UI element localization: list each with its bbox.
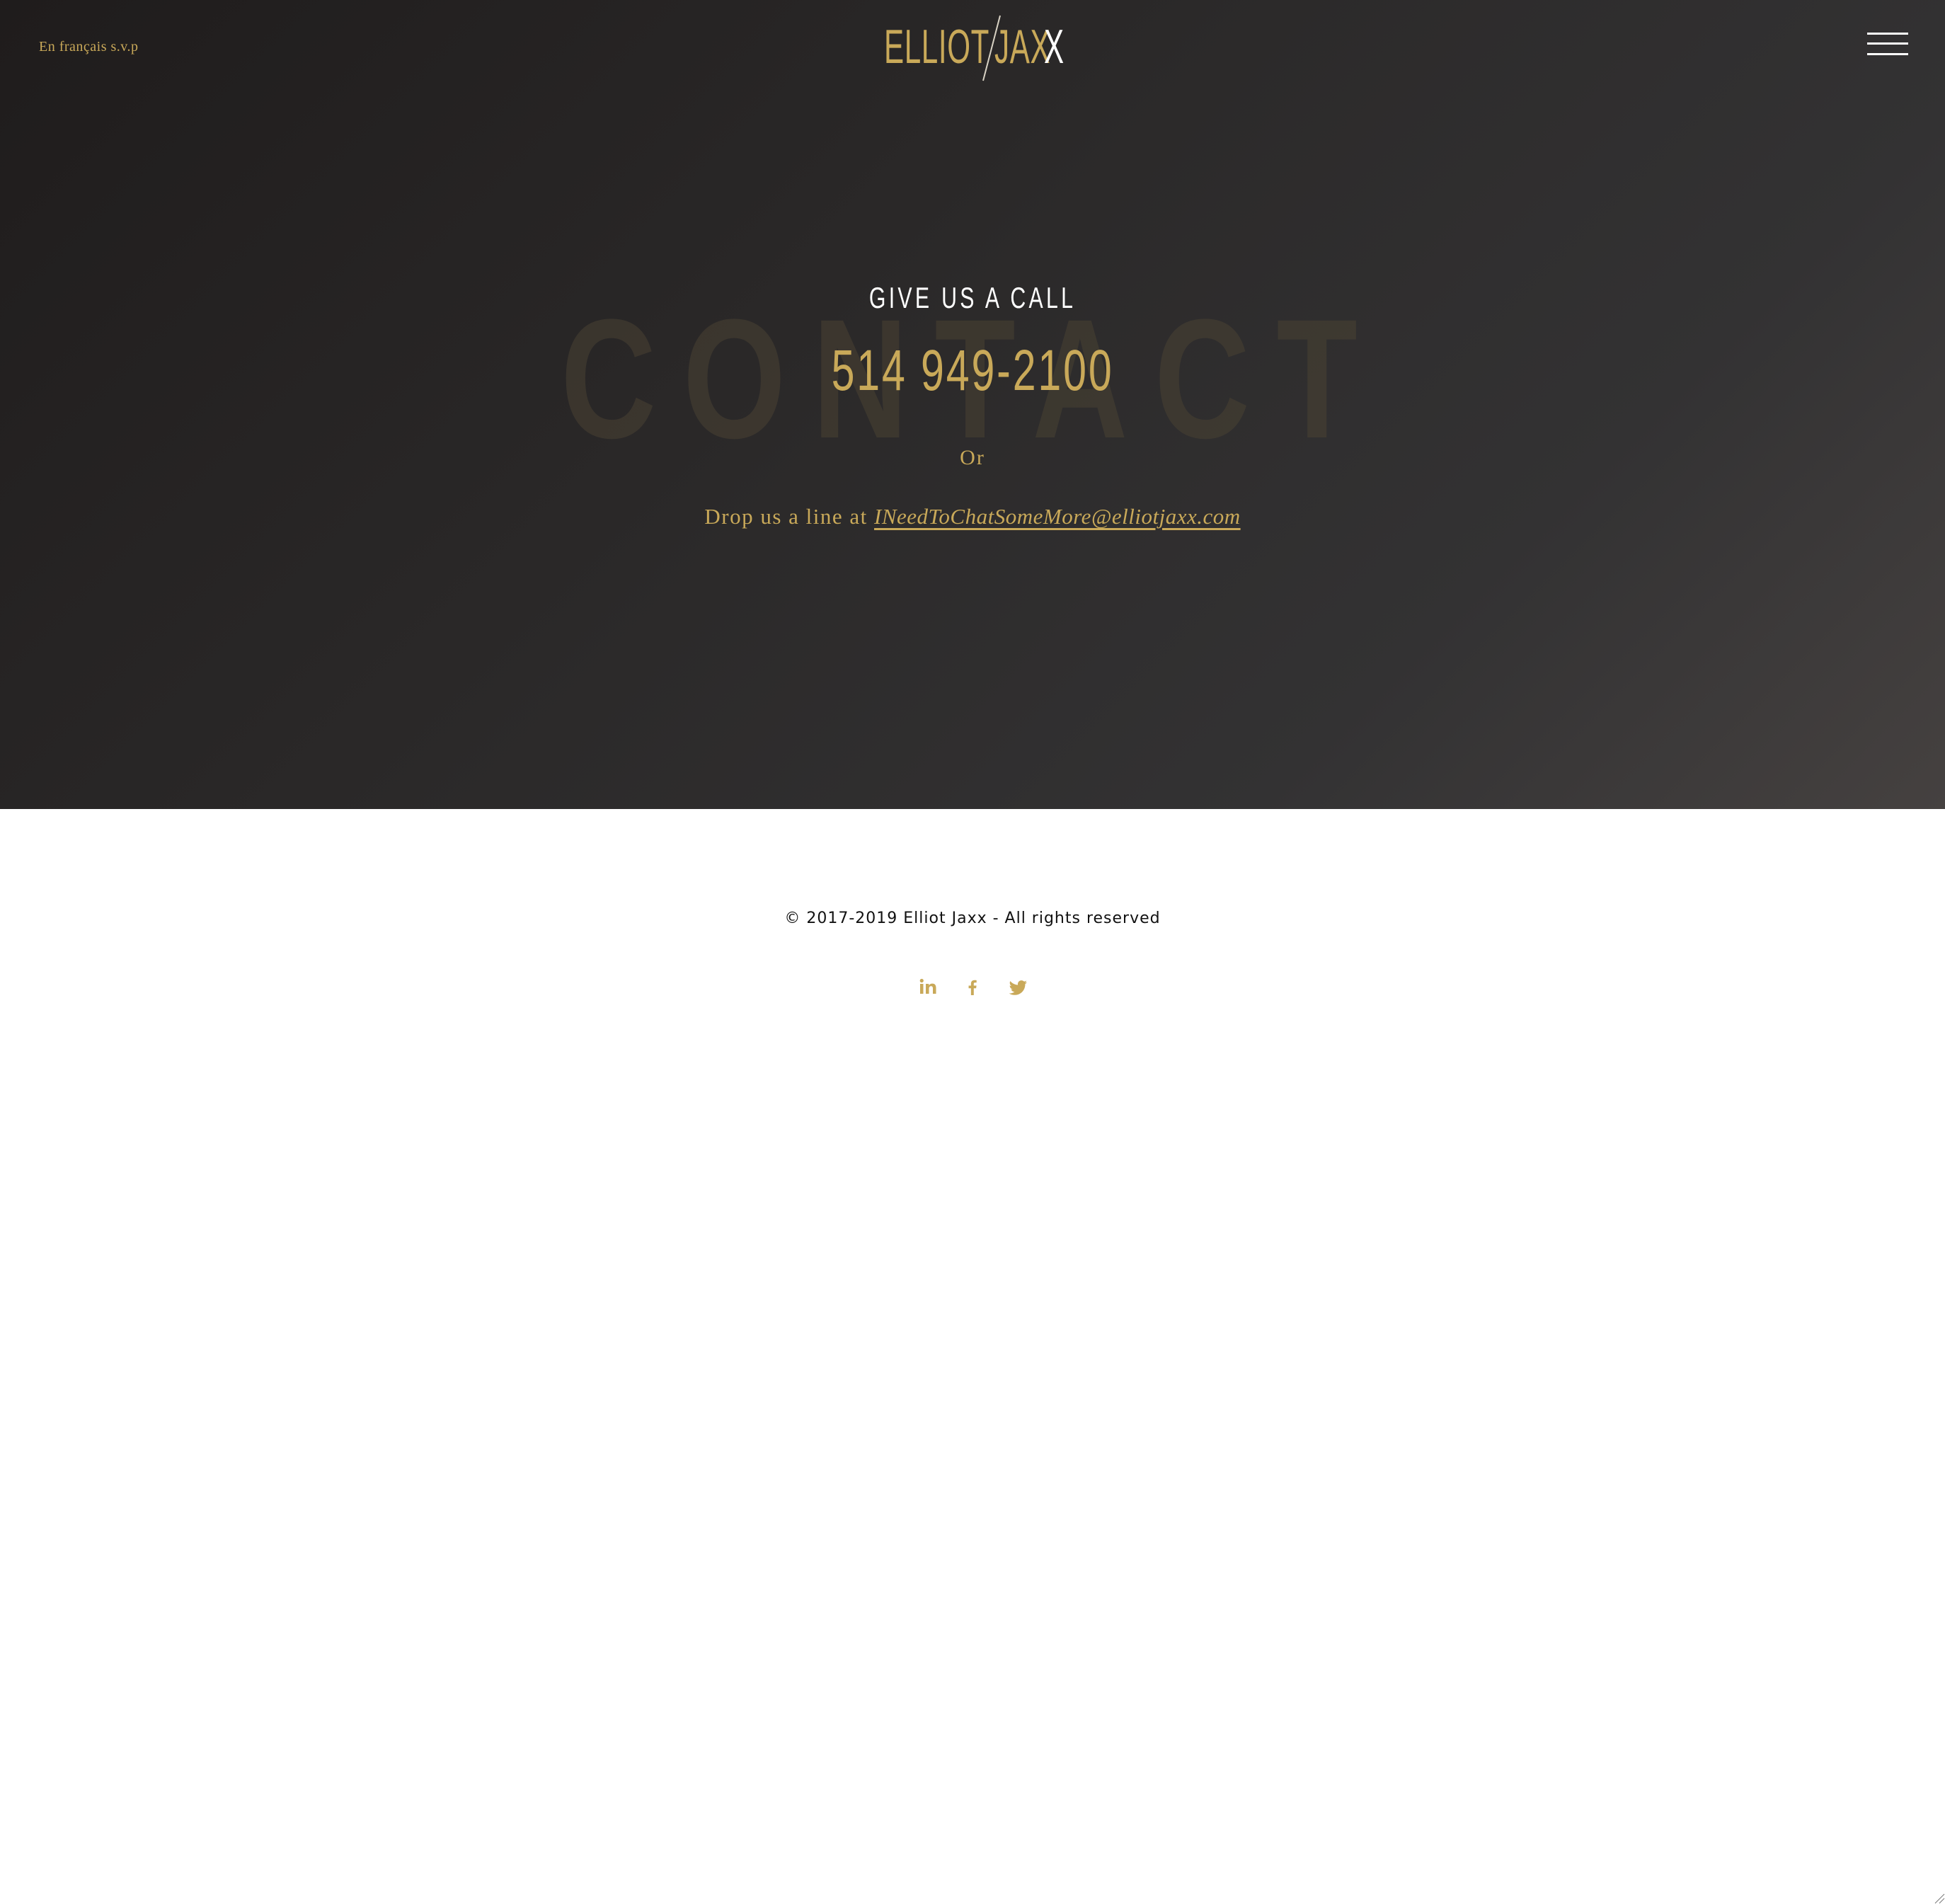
- copyright-text: © 2017-2019 Elliot Jaxx - All rights res…: [784, 910, 1161, 927]
- social-links: [913, 973, 1032, 1002]
- linkedin-icon: [919, 978, 936, 994]
- hamburger-icon-bar: [1867, 42, 1908, 45]
- resize-grip-icon[interactable]: [1934, 1893, 1945, 1904]
- facebook-link[interactable]: [958, 973, 987, 1002]
- twitter-icon: [1009, 980, 1028, 995]
- hamburger-icon-bar: [1867, 33, 1908, 35]
- hamburger-menu-button[interactable]: [1867, 33, 1908, 57]
- call-heading: GIVE US A CALL: [868, 281, 1077, 314]
- email-link[interactable]: INeedToChatSomeMore@elliotjaxx.com: [874, 504, 1241, 529]
- contact-hero: En français s.v.p ELLIOT JAX X CONTACT G…: [0, 0, 1945, 809]
- site-logo[interactable]: ELLIOT JAX X: [883, 14, 1064, 82]
- site-footer: © 2017-2019 Elliot Jaxx - All rights res…: [0, 809, 1945, 1904]
- linkedin-link[interactable]: [913, 973, 941, 1002]
- hamburger-icon-bar: [1867, 53, 1908, 55]
- facebook-icon: [968, 980, 977, 995]
- phone-number-link[interactable]: 514 949-2100: [0, 340, 1945, 402]
- or-separator-text: Or: [960, 446, 985, 469]
- email-line: Drop us a line at INeedToChatSomeMore@el…: [0, 502, 1945, 532]
- logo-text-elliot: ELLIOT: [884, 20, 990, 74]
- language-toggle-link[interactable]: En français s.v.p: [39, 39, 139, 55]
- email-line-prefix: Drop us a line at: [704, 504, 868, 529]
- twitter-link[interactable]: [1004, 973, 1032, 1002]
- logo-text-jax: JAX: [994, 20, 1051, 74]
- logo-text-x: X: [1044, 20, 1065, 74]
